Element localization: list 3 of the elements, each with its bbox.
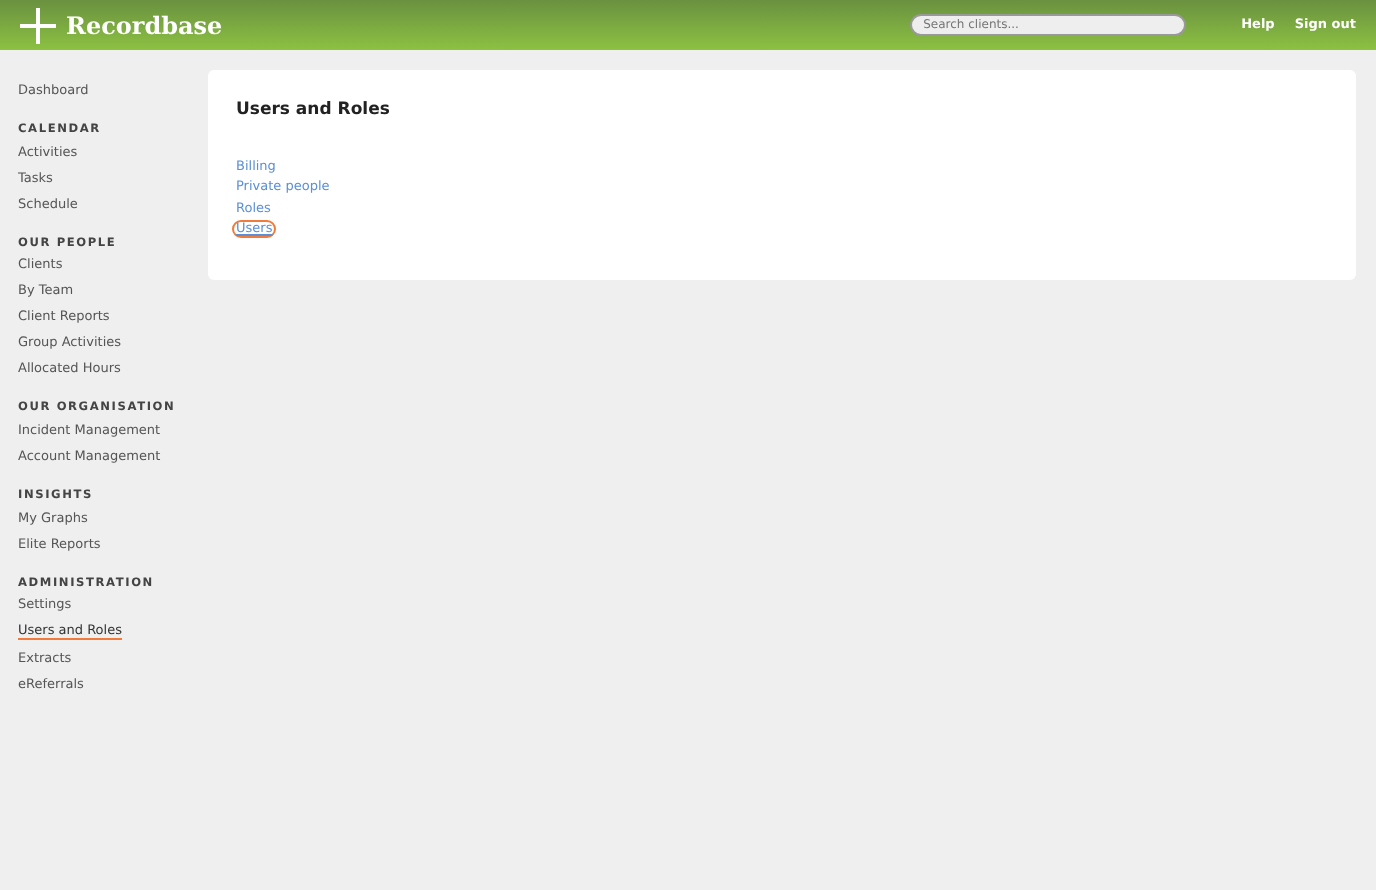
page-title: Users and Roles: [236, 98, 392, 124]
brand-name: Recordbase: [66, 9, 223, 43]
logo-icon: [20, 7, 56, 43]
